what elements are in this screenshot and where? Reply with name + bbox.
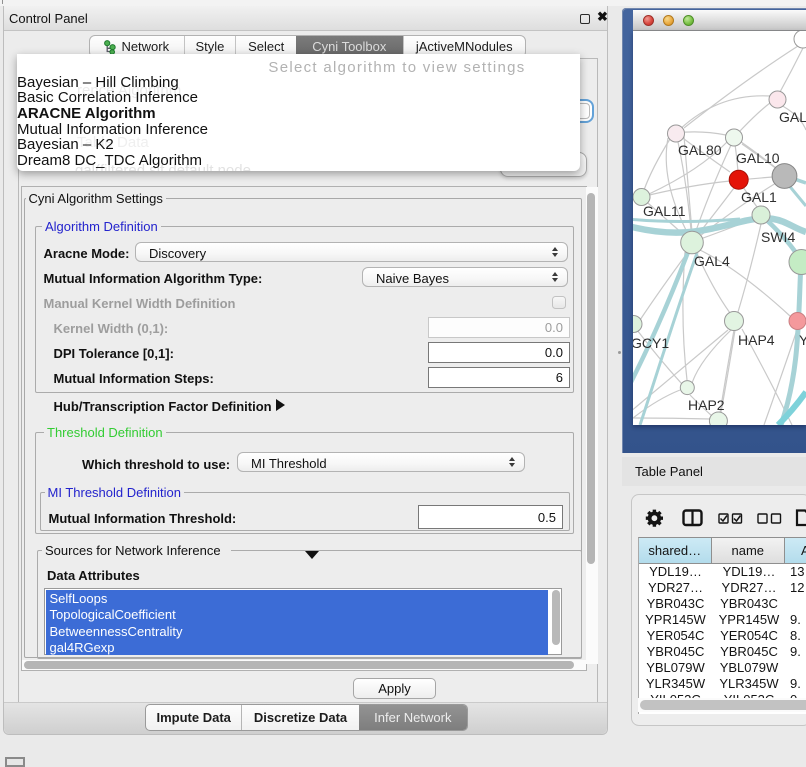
svg-text:GAL2: GAL2	[779, 109, 806, 125]
svg-text:GCY1: GCY1	[633, 335, 669, 351]
svg-text:GAL10: GAL10	[736, 150, 780, 166]
svg-text:HAP2: HAP2	[688, 397, 725, 413]
svg-text:GAL4: GAL4	[694, 253, 730, 269]
svg-text:YJ: YJ	[799, 332, 806, 348]
svg-text:GAL80: GAL80	[678, 142, 722, 158]
svg-text:SWI4: SWI4	[761, 229, 795, 245]
svg-text:GAL1: GAL1	[741, 189, 777, 205]
svg-text:GAL11: GAL11	[643, 203, 686, 219]
svg-text:HAP4: HAP4	[738, 332, 775, 348]
